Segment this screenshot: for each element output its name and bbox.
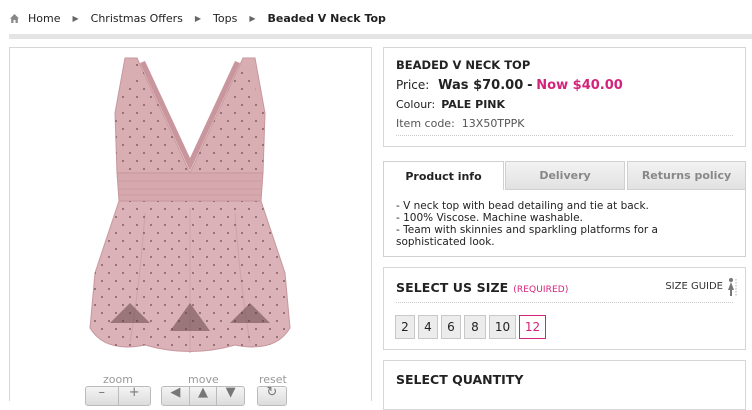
product-image-panel [9, 47, 372, 401]
was-price: Was $70.00 [438, 78, 524, 93]
size-option-4[interactable]: 4 [418, 315, 438, 339]
quantity-section-title: SELECT QUANTITY [396, 372, 524, 387]
size-option-8[interactable]: 8 [464, 315, 486, 339]
item-code-row: Item code: 13X50TPPK [396, 117, 733, 130]
product-info-content: - V neck top with bead detailing and tie… [383, 190, 746, 257]
size-option-10[interactable]: 10 [489, 315, 516, 339]
size-selector-box: SELECT US SIZE (REQUIRED) SIZE GUIDE 2 4 … [383, 267, 746, 350]
price-row: Price: Was $70.00 - Now $40.00 [396, 78, 733, 93]
size-section-title: SELECT US SIZE (REQUIRED) [396, 280, 568, 295]
info-line: - V neck top with bead detailing and tie… [396, 200, 649, 212]
product-tabs: Product info Delivery Returns policy [383, 161, 746, 190]
home-icon[interactable] [9, 13, 20, 24]
move-up-icon[interactable]: ▲ [190, 386, 218, 405]
price-separator: - [527, 78, 533, 93]
header-divider [9, 34, 752, 39]
breadcrumb: Home ▶ Christmas Offers ▶ Tops ▶ Beaded … [9, 12, 386, 25]
size-title-text: SELECT US SIZE [396, 280, 509, 295]
zoom-in-icon[interactable]: + [119, 386, 151, 405]
item-code-value: 13X50TPPK [461, 117, 525, 130]
tab-delivery[interactable]: Delivery [505, 161, 625, 190]
breadcrumb-christmas-offers-link[interactable]: Christmas Offers [91, 12, 183, 25]
product-title: BEADED V NECK TOP [396, 58, 531, 72]
colour-row: Colour: PALE PINK [396, 98, 733, 111]
breadcrumb-current: Beaded V Neck Top [267, 12, 386, 25]
price-label: Price: [396, 78, 430, 92]
size-options: 2 4 6 8 10 12 [395, 315, 549, 339]
info-line: - Team with skinnies and sparkling platf… [396, 224, 658, 236]
colour-value: PALE PINK [441, 98, 506, 111]
move-controls: ◀ ▲ ▼ [161, 386, 245, 406]
move-left-icon[interactable]: ◀ [162, 386, 190, 405]
divider [396, 302, 733, 303]
breadcrumb-tops-link[interactable]: Tops [213, 12, 237, 25]
tab-returns-policy[interactable]: Returns policy [627, 161, 746, 190]
reset-controls: ↻ [257, 386, 287, 406]
zoom-controls: – + [85, 386, 151, 406]
reset-icon[interactable]: ↻ [258, 386, 286, 405]
now-price: Now $40.00 [536, 78, 623, 93]
info-line: sophisticated look. [396, 236, 495, 248]
size-guide-figure-icon[interactable] [725, 277, 737, 297]
move-down-icon[interactable]: ▼ [217, 386, 244, 405]
size-option-12[interactable]: 12 [519, 315, 546, 339]
product-info-box: BEADED V NECK TOP Price: Was $70.00 - No… [383, 47, 746, 147]
breadcrumb-home-link[interactable]: Home [28, 12, 60, 25]
quantity-box: SELECT QUANTITY [383, 360, 746, 410]
info-line: - 100% Viscose. Machine washable. [396, 212, 583, 224]
breadcrumb-separator-icon: ▶ [72, 14, 79, 23]
size-option-6[interactable]: 6 [441, 315, 461, 339]
divider [396, 135, 733, 136]
zoom-out-icon[interactable]: – [86, 386, 119, 405]
size-option-2[interactable]: 2 [395, 315, 415, 339]
colour-label: Colour: [396, 98, 436, 111]
product-image[interactable] [85, 53, 295, 368]
breadcrumb-separator-icon: ▶ [249, 14, 256, 23]
breadcrumb-separator-icon: ▶ [194, 14, 202, 23]
required-label: (REQUIRED) [513, 285, 569, 295]
tab-product-info[interactable]: Product info [383, 161, 504, 190]
item-code-label: Item code: [396, 117, 455, 130]
size-guide-link[interactable]: SIZE GUIDE [665, 281, 723, 292]
